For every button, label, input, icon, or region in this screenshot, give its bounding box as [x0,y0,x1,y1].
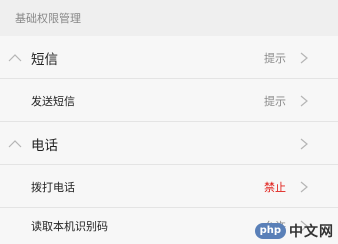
permission-label: 发送短信 [31,94,75,108]
chevron-up-icon [8,139,22,147]
chevron-right-icon [300,52,308,63]
permission-label: 拨打电话 [31,180,75,194]
section-title: 基础权限管理 [15,12,81,25]
watermark-badge: php [254,223,286,239]
permission-send-sms[interactable]: 发送短信 提示 [0,79,338,122]
permission-status: 禁止 [264,180,286,194]
permission-label: 读取本机识别码 [31,220,108,233]
chevron-right-icon [300,181,308,192]
chevron-up-icon [8,53,22,61]
permission-make-call[interactable]: 拨打电话 禁止 [0,165,338,208]
chevron-right-icon [300,138,308,149]
site-watermark: php 中文网 [242,222,338,240]
watermark-text: 中文网 [289,224,334,240]
section-header: 基础权限管理 [0,0,338,36]
group-label-phone: 电话 [31,137,58,154]
status-sms: 提示 [264,51,286,65]
permission-status: 提示 [264,94,286,108]
group-phone[interactable]: 电话 [0,122,338,165]
group-sms[interactable]: 短信 提示 [0,36,338,79]
chevron-right-icon [300,95,308,106]
group-label-sms: 短信 [31,51,58,68]
